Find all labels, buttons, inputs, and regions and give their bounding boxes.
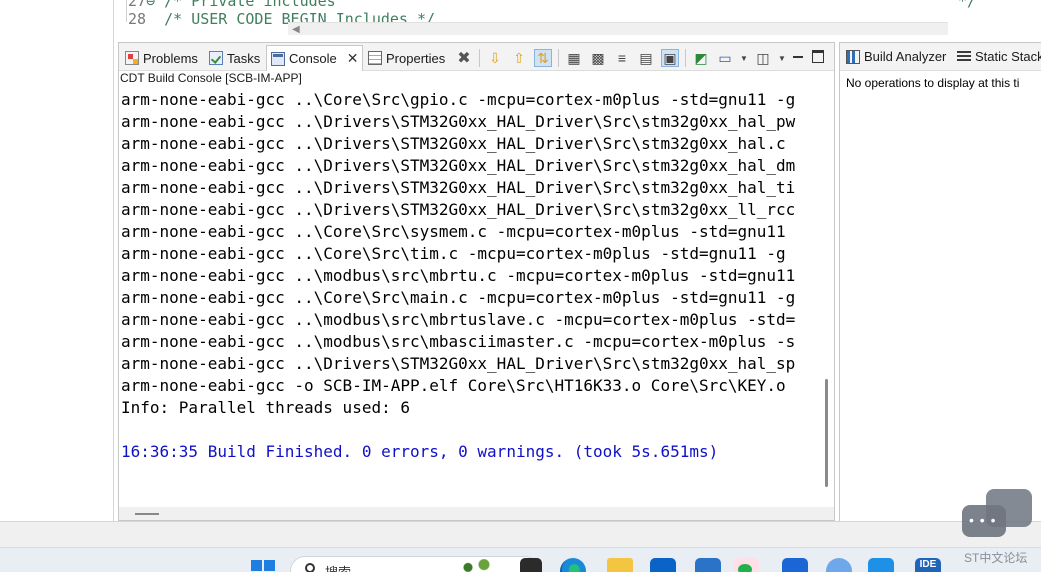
line-number: 27 — [128, 0, 147, 10]
console-toolbar: ✖ ⇩ ⇧ ⇅ ▦ ▩ ≡ ▤ ▣ ◩ ▭ ▼ ◫ ▼ — [455, 47, 786, 69]
copy-icon[interactable]: ▦ — [565, 49, 583, 67]
tab-label: Static Stack — [975, 49, 1041, 64]
stm32cubeide-icon[interactable]: IDE — [915, 558, 941, 572]
console-line: arm-none-eabi-gcc ..\Core\Src\tim.c -mcp… — [121, 244, 786, 263]
toolbar-separator — [685, 49, 686, 67]
search-highlight-image — [456, 559, 496, 572]
console-icon — [271, 51, 285, 66]
store-icon[interactable] — [695, 558, 721, 572]
scrollbar-thumb[interactable] — [135, 513, 159, 515]
tab-build-analyzer[interactable]: Build Analyzer — [846, 49, 946, 64]
console-line: arm-none-eabi-gcc ..\Core\Src\sysmem.c -… — [121, 222, 786, 241]
line-fold-marker: ⊖ — [146, 0, 165, 10]
code-text: /* Private includes — [164, 0, 336, 10]
task-view-icon[interactable] — [520, 558, 542, 572]
code-editor[interactable]: 27⊖ /* Private includes */ 28 /* USER COD… — [118, 0, 1041, 36]
toolbar-separator — [479, 49, 480, 67]
clear-console-icon[interactable]: ▤ — [637, 49, 655, 67]
editor-horizontal-scrollbar[interactable]: ◀ — [288, 22, 948, 35]
display-console-icon[interactable]: ▭ — [716, 49, 734, 67]
console-line: arm-none-eabi-gcc ..\Drivers\STM32G0xx_H… — [121, 200, 796, 219]
tab-label: Console — [289, 51, 337, 66]
vscode-icon[interactable] — [868, 558, 894, 572]
console-vertical-scrollbar[interactable] — [822, 89, 832, 507]
scroll-lock-icon[interactable]: ▣ — [661, 49, 679, 67]
console-line: arm-none-eabi-gcc -o SCB-IM-APP.elf Core… — [121, 376, 786, 395]
problems-icon — [125, 51, 139, 65]
tab-problems[interactable]: Problems — [121, 47, 202, 69]
windows-taskbar: 搜索 IDE — [0, 547, 1041, 572]
line-number: 28 — [128, 10, 147, 28]
editor-line-27: 27⊖ /* Private includes */ — [128, 0, 976, 10]
console-line: Info: Parallel threads used: 6 — [121, 398, 410, 417]
tab-label: Properties — [386, 50, 446, 66]
console-view: Problems Tasks Console ✕ Properties ✖ ⇩ … — [118, 42, 835, 521]
app-icon[interactable] — [826, 558, 852, 572]
wechat-icon[interactable] — [733, 558, 759, 572]
windows-start-icon[interactable] — [251, 560, 275, 572]
open-console-icon[interactable]: ◫ — [754, 49, 772, 67]
edge-browser-icon[interactable] — [560, 558, 586, 572]
toolbar-separator — [558, 49, 559, 67]
tab-label: Problems — [143, 50, 198, 66]
console-line: arm-none-eabi-gcc ..\Drivers\STM32G0xx_H… — [121, 134, 786, 153]
chat-bubble-icon — [962, 505, 1006, 537]
scrollbar-thumb[interactable] — [825, 379, 828, 487]
outlook-icon[interactable] — [650, 558, 676, 572]
tasks-icon — [209, 51, 223, 65]
previous-error-icon[interactable]: ⇧ — [510, 49, 528, 67]
static-stack-icon — [957, 50, 971, 63]
terminate-icon[interactable]: ✖ — [455, 49, 473, 67]
right-tab-bar: Build Analyzer Static Stack — [840, 43, 1041, 71]
properties-icon — [368, 51, 382, 65]
file-explorer-icon[interactable] — [607, 558, 633, 572]
build-analyzer-view: Build Analyzer Static Stack No operation… — [839, 42, 1041, 521]
chevron-down-icon[interactable]: ▼ — [778, 54, 786, 63]
console-line: arm-none-eabi-gcc ..\Drivers\STM32G0xx_H… — [121, 178, 796, 197]
console-line: arm-none-eabi-gcc ..\Drivers\STM32G0xx_H… — [121, 354, 796, 373]
send-app-icon[interactable] — [782, 558, 808, 572]
ide-status-bar — [0, 521, 1041, 547]
tab-label: Build Analyzer — [864, 49, 947, 64]
console-output[interactable]: arm-none-eabi-gcc ..\Core\Src\gpio.c -mc… — [121, 89, 819, 507]
console-line: arm-none-eabi-gcc ..\Drivers\STM32G0xx_H… — [121, 156, 796, 175]
search-placeholder: 搜索 — [325, 562, 351, 572]
search-icon — [305, 563, 315, 572]
package-explorer-edge — [0, 0, 114, 521]
console-line: arm-none-eabi-gcc ..\Core\Src\main.c -mc… — [121, 288, 796, 307]
code-text-tail: */ — [958, 0, 977, 10]
pin-console-icon[interactable]: ◩ — [692, 49, 710, 67]
word-wrap-icon[interactable]: ≡ — [613, 49, 631, 67]
console-line: arm-none-eabi-gcc ..\modbus\src\mbrtu.c … — [121, 266, 796, 285]
tab-console[interactable]: Console ✕ — [266, 45, 364, 71]
console-tab-bar: Problems Tasks Console ✕ Properties ✖ ⇩ … — [119, 43, 834, 71]
console-horizontal-scrollbar[interactable] — [119, 507, 834, 520]
save-console-icon[interactable]: ▩ — [589, 49, 607, 67]
scroll-left-icon[interactable]: ◀ — [292, 24, 300, 35]
empty-message: No operations to display at this ti — [846, 76, 1020, 90]
watermark-text: ST中文论坛 — [964, 551, 1028, 565]
tab-static-stack[interactable]: Static Stack — [957, 49, 1041, 64]
tab-tasks[interactable]: Tasks — [205, 47, 264, 69]
forum-watermark: ST中文论坛 — [960, 487, 1036, 567]
build-analyzer-icon — [846, 49, 860, 64]
console-line: arm-none-eabi-gcc ..\Core\Src\gpio.c -mc… — [121, 90, 796, 109]
console-title: CDT Build Console [SCB-IM-APP] — [119, 71, 834, 88]
console-line: arm-none-eabi-gcc ..\modbus\src\mbrtusla… — [121, 310, 796, 329]
next-error-icon[interactable]: ⇩ — [486, 49, 504, 67]
console-line: arm-none-eabi-gcc ..\modbus\src\mbasciim… — [121, 332, 796, 351]
chevron-down-icon[interactable]: ▼ — [740, 54, 748, 63]
tab-label: Tasks — [227, 50, 261, 66]
close-icon[interactable]: ✕ — [347, 50, 359, 67]
tab-properties[interactable]: Properties — [364, 47, 449, 69]
build-finished-line: 16:36:35 Build Finished. 0 errors, 0 war… — [121, 442, 719, 461]
taskbar-search[interactable]: 搜索 — [290, 556, 540, 572]
link-errors-icon[interactable]: ⇅ — [534, 49, 552, 67]
console-line: arm-none-eabi-gcc ..\Drivers\STM32G0xx_H… — [121, 112, 796, 131]
